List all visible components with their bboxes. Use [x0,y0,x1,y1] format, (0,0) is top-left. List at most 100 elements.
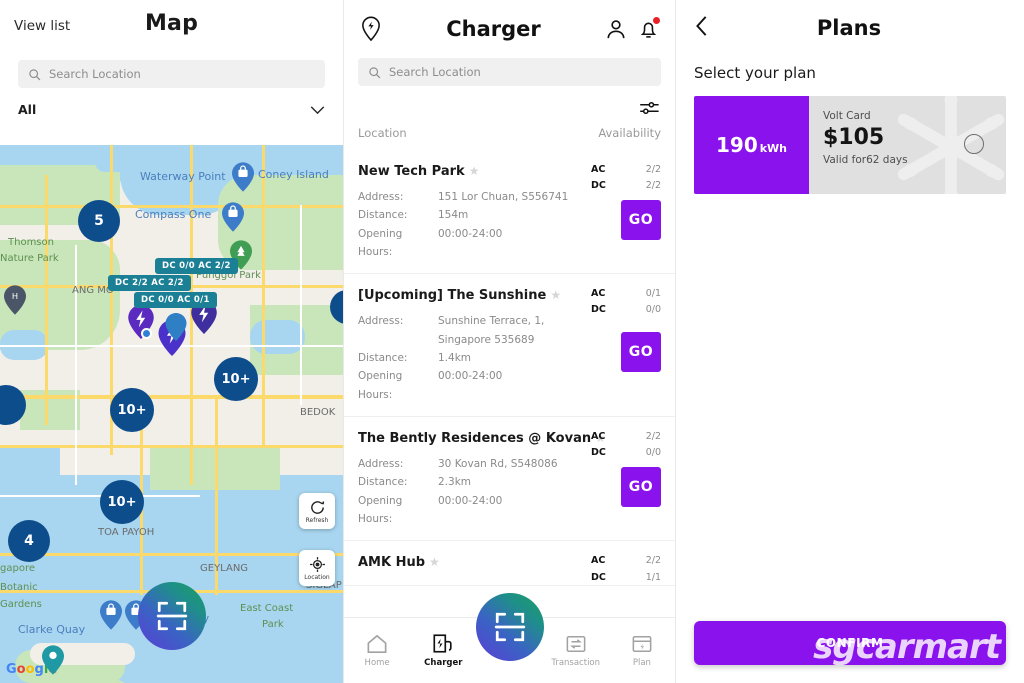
favorite-star-icon[interactable]: ★ [429,555,440,569]
charger-hours-label: Opening Hours: [358,227,403,258]
go-button[interactable]: GO [621,467,661,508]
ac-label: AC [591,164,606,175]
map-place-label: Clarke Quay [18,623,86,636]
nav-label: Transaction [551,657,601,668]
map-pin-poi[interactable] [42,645,64,675]
charger-hours-label: Opening Hours: [358,494,403,526]
back-button[interactable] [694,15,710,41]
ac-label: AC [591,555,606,567]
favorite-star-icon[interactable]: ★ [550,288,561,302]
go-button[interactable]: GO [621,200,661,240]
map-place-label: TOA PAYOH [98,527,155,538]
location-pin-icon [362,16,380,42]
charger-availability: AC 2/2 DC 0/0 [591,429,661,461]
map-refresh-button[interactable]: Refresh [299,493,335,529]
map-filter-dropdown[interactable]: All [0,88,343,127]
map-cluster-marker[interactable]: 10+ [110,388,154,432]
map-pin-poi[interactable] [222,202,244,232]
charger-distance-value: 1.4km [438,351,472,364]
map-pin-charger[interactable] [165,313,187,343]
notification-badge [653,17,660,24]
map-location-label: Location [304,573,330,581]
favorite-star-icon[interactable]: ★ [469,164,480,178]
charger-distance-value: 154m [438,209,469,222]
column-location-label: Location [358,126,407,140]
charger-hours-value: 00:00-24:00 [438,494,503,507]
charger-availability: AC 2/2 DC 1/1 [591,553,661,585]
map-place-label: GEYLANG [200,563,249,574]
charger-row[interactable]: AMK Hub ★ AC 2/2 DC 1/1 [344,541,675,587]
go-button[interactable]: GO [621,332,661,373]
dc-label: DC [591,180,606,192]
map-cluster-marker[interactable]: 10+ [214,357,258,401]
map-place-label: gapore [0,563,35,574]
ac-availability: AC 2/2 [591,553,661,569]
ac-label: AC [591,431,606,443]
map-cluster-marker[interactable]: 5 [78,200,120,242]
map-canvas[interactable]: Google Waterway PointConey IslandCompass… [0,145,343,683]
map-place-label: Thomson [8,237,54,248]
map-pin-button[interactable] [358,16,384,42]
charger-name: The Bently Residences @ Kovan [358,431,592,447]
charger-row[interactable]: The Bently Residences @ Kovan ★ Address: 30… [344,417,675,542]
map-pin-poi[interactable] [232,162,254,192]
select-plan-heading: Select your plan [694,64,816,82]
chevron-left-icon [696,16,707,36]
nav-item-charger[interactable]: Charger [410,633,476,668]
charger-row[interactable]: New Tech Park ★ Address: 151 Lor Chuan, S55… [344,150,675,275]
charger-hours-line: Opening Hours: 00:00-24:00 [358,367,661,404]
ac-availability: AC 0/1 [591,286,661,302]
dc-label: DC [591,447,606,459]
nav-item-transaction[interactable]: Transaction [543,634,609,668]
nav-item-home[interactable]: Home [344,634,410,668]
charger-address-label: Address: [358,190,404,203]
plan-kwh-unit: kWh [759,142,788,155]
plan-card[interactable]: 190 kWh Volt Card $105 Valid for62 days [694,96,1006,194]
map-header: View list Map [0,0,343,54]
charger-filter-row [344,86,675,122]
plans-header: Plans [676,0,1024,56]
confirm-button[interactable]: CONFIRM [694,621,1006,665]
nav-label: Home [364,657,390,668]
map-cluster-marker[interactable]: 4 [8,520,50,562]
scan-fab-button[interactable] [476,593,544,661]
scan-icon [494,612,526,642]
charger-distance-value: 2.3km [438,476,472,489]
ac-value: 2/2 [645,431,661,443]
nav-item-plan[interactable]: Plan [609,634,675,668]
filter-sliders-icon [640,101,659,115]
map-pin-poi[interactable]: H [4,285,26,315]
scan-icon [156,601,188,631]
map-screen: View list Map Search Location All Googl … [0,0,343,683]
map-location-button[interactable]: Location [299,550,335,586]
ac-value: 2/2 [645,164,661,175]
filter-button[interactable] [639,100,659,120]
map-pin-poi[interactable] [100,600,122,630]
dc-label: DC [591,304,606,316]
plan-kwh-value: 190 [715,133,758,157]
plan-radio-button[interactable] [964,134,984,154]
charger-name: New Tech Park [358,164,465,179]
svg-text:H: H [12,291,18,301]
charger-distance-label: Distance: [358,351,408,364]
map-cluster-marker[interactable]: 10+ [100,480,144,524]
map-search-input[interactable]: Search Location [18,60,325,88]
charger-availability: AC 2/2 DC 2/2 [591,162,661,194]
dc-value: 2/2 [645,180,661,192]
charger-row[interactable]: [Upcoming] The Sunshine ★ Address: Sunshine… [344,274,675,418]
profile-button[interactable] [603,16,629,42]
refresh-icon [310,500,324,514]
charger-address-value: 151 Lor Chuan, S556741 [438,190,569,203]
chevron-down-icon [310,105,325,114]
transaction-icon [566,635,586,652]
charger-address-value: Sunshine Terrace, 1, Singapore 535689 [438,315,545,346]
charger-search-input[interactable]: Search Location [358,58,661,86]
charger-hours-line: Opening Hours: 00:00-24:00 [358,225,661,262]
map-place-label: Waterway Point [140,170,226,183]
location-crosshair-icon [309,556,325,572]
charger-column-headers: Location Availability [344,122,675,150]
notifications-button[interactable] [635,16,661,42]
dc-label: DC [591,571,606,583]
dc-availability: DC 0/0 [591,445,661,461]
map-scan-button[interactable] [138,582,206,650]
